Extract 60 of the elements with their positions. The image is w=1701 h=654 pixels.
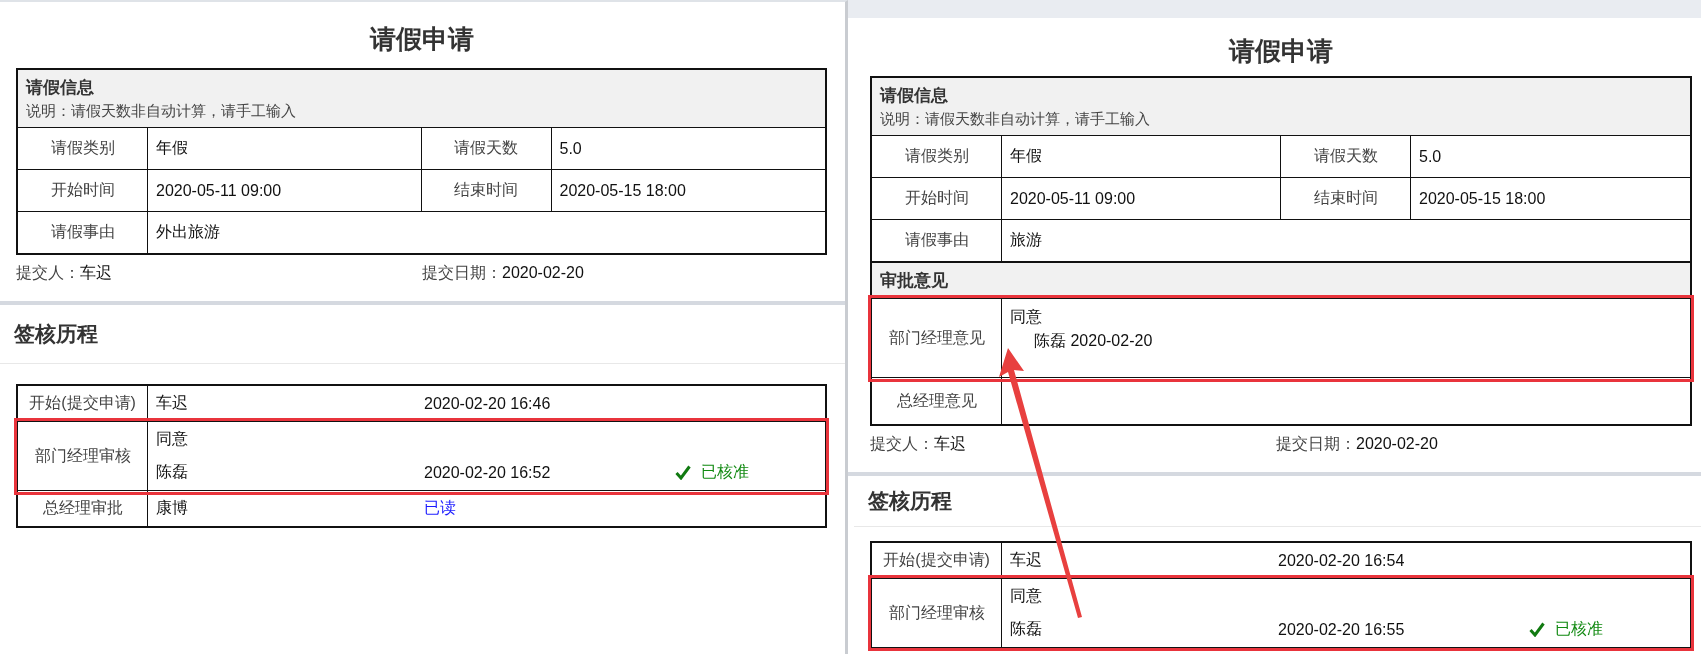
section-heading: 签核历程 bbox=[0, 305, 845, 364]
time-text: 2020-02-20 16:54 bbox=[1278, 551, 1406, 570]
submit-date: 2020-02-20 bbox=[1356, 434, 1438, 452]
approver-name: 陈磊 bbox=[1010, 619, 1043, 639]
submit-date: 2020-02-20 bbox=[502, 263, 584, 281]
field-value: 外出旅游 bbox=[155, 222, 221, 242]
note-text: 说明：请假天数非自动计算，请手工输入 bbox=[880, 110, 1151, 129]
submitter-name: 车迟 bbox=[80, 263, 112, 281]
page-title: 请假申请 bbox=[368, 23, 475, 56]
field-label: 请假类别 bbox=[18, 128, 148, 169]
field-value: 5.0 bbox=[558, 138, 583, 159]
field-label: 请假事由 bbox=[18, 212, 148, 253]
step-label: 部门经理审核 bbox=[872, 579, 1002, 647]
submitter-label: 提交人： bbox=[16, 263, 80, 281]
approved-status: 已核准 bbox=[1555, 619, 1603, 639]
page-title: 请假申请 bbox=[1227, 35, 1334, 68]
field-value: 年假 bbox=[1002, 136, 1281, 177]
time-text: 2020-02-20 16:55 bbox=[1278, 620, 1406, 639]
field-value: 旅游 bbox=[1009, 230, 1043, 250]
step-label: 总经理审批 bbox=[18, 491, 148, 526]
field-label: 结束时间 bbox=[1281, 178, 1411, 219]
field-label: 请假类别 bbox=[872, 136, 1002, 177]
submitter-label: 提交人： bbox=[870, 434, 934, 452]
field-label: 开始时间 bbox=[872, 178, 1002, 219]
approved-status: 已核准 bbox=[701, 462, 749, 482]
step-label: 开始(提交申请) bbox=[18, 386, 148, 421]
step-label: 部门经理审核 bbox=[18, 422, 148, 490]
approver-name: 康博 bbox=[156, 498, 189, 518]
time-text: 2020-02-20 16:46 bbox=[424, 394, 552, 413]
approver-name: 车迟 bbox=[156, 393, 189, 413]
step-label: 开始(提交申请) bbox=[872, 543, 1002, 578]
field-label: 总经理意见 bbox=[872, 378, 1002, 424]
checkmark-icon bbox=[1529, 622, 1545, 637]
opinion-text: 同意 bbox=[1010, 307, 1043, 327]
section-title: 审批意见 bbox=[880, 270, 949, 292]
section-title: 请假信息 bbox=[26, 77, 95, 99]
submitter-name: 车迟 bbox=[934, 434, 966, 452]
field-label: 开始时间 bbox=[18, 170, 148, 211]
approver-name: 车迟 bbox=[1010, 550, 1043, 570]
section-title: 请假信息 bbox=[880, 85, 949, 107]
field-value: 5.0 bbox=[1418, 146, 1443, 167]
approver-name: 陈磊 bbox=[156, 462, 189, 482]
comment-text: 同意 bbox=[1010, 586, 1043, 606]
signature-text: 陈磊 2020-02-20 bbox=[1033, 331, 1154, 351]
field-label: 请假天数 bbox=[1281, 136, 1411, 177]
field-value: 2020-05-15 18:00 bbox=[558, 180, 687, 201]
field-value: 2020-05-11 09:00 bbox=[148, 170, 422, 211]
submit-date-label: 提交日期： bbox=[1276, 434, 1356, 452]
field-label: 请假事由 bbox=[872, 220, 1002, 261]
note-text: 说明：请假天数非自动计算，请手工输入 bbox=[26, 102, 297, 121]
read-status: 已读 bbox=[424, 498, 457, 518]
time-text: 2020-02-20 16:52 bbox=[424, 463, 552, 482]
field-label: 结束时间 bbox=[421, 170, 552, 211]
field-value: 2020-05-11 09:00 bbox=[1002, 178, 1281, 219]
field-value: 年假 bbox=[148, 128, 422, 169]
comment-text: 同意 bbox=[156, 429, 189, 449]
submit-date-label: 提交日期： bbox=[422, 263, 502, 281]
field-value: 2020-05-15 18:00 bbox=[1418, 188, 1547, 209]
checkmark-icon bbox=[675, 465, 691, 480]
field-label: 请假天数 bbox=[421, 128, 552, 169]
